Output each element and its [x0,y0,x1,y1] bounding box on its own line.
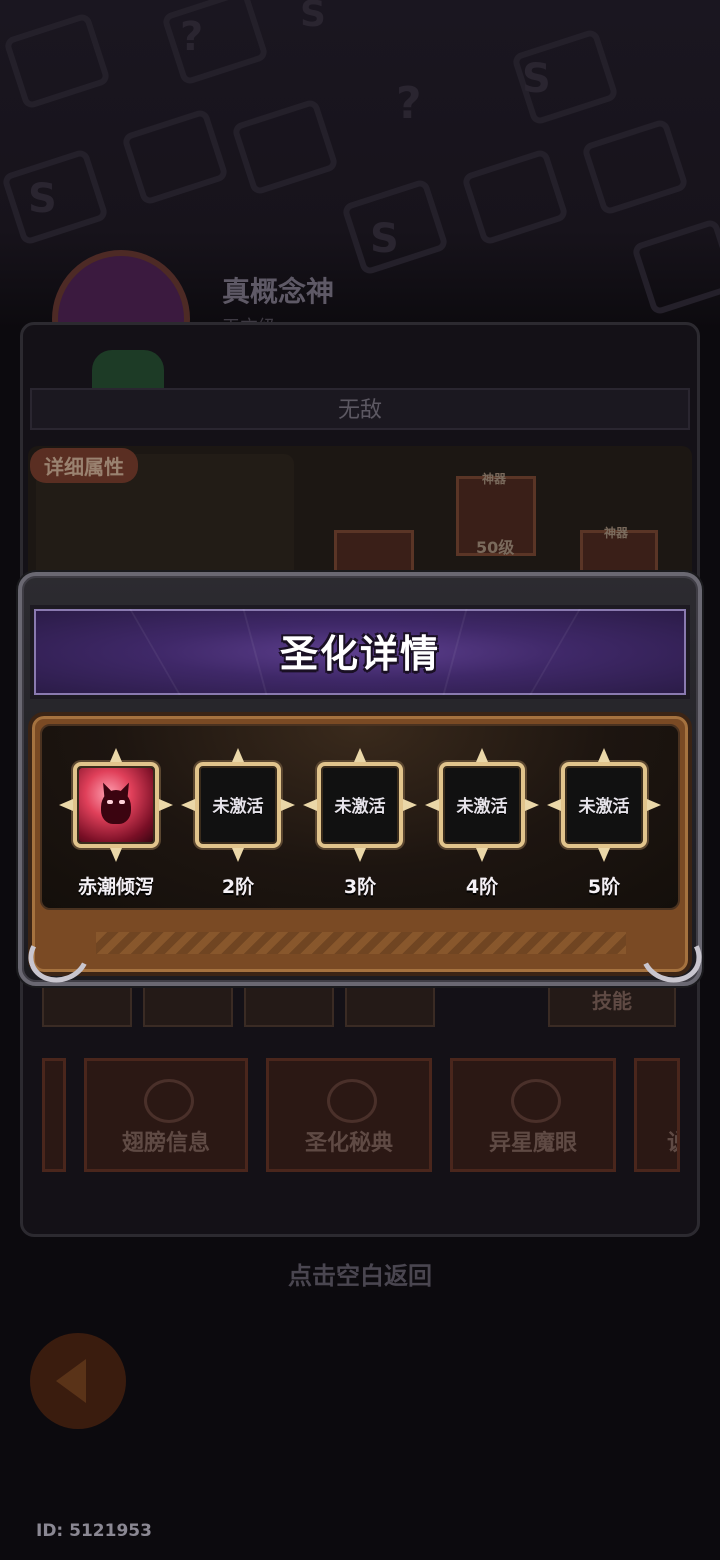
sparkle-icon [181,799,195,811]
sparkle-icon [425,799,439,811]
nav-button-partial-left[interactable] [42,1058,66,1172]
sparkle-icon [403,799,417,811]
sanctify-slot-2-label: 2阶 [221,876,255,898]
sanctify-slot-4[interactable]: 未激活 [425,748,539,862]
sparkle-icon [59,799,73,811]
sparkle-icon [547,799,561,811]
sanctify-slot-3[interactable]: 未激活 [303,748,417,862]
tap-to-return-hint: 点击空白返回 [288,1262,432,1290]
eye-icon [511,1079,561,1123]
sanctify-slot-5-label: 5阶 [587,876,621,898]
sparkle-icon [647,799,661,811]
sparkle-icon [110,848,122,862]
skill-button[interactable]: 技能 [548,985,676,1027]
wings-info-button[interactable]: 翅膀信息 [84,1058,248,1172]
item-slot[interactable] [143,985,233,1027]
sanctify-codex-label: 圣化秘典 [304,1131,393,1156]
sparkle-icon [598,848,610,862]
alien-eye-button[interactable]: 异星魔眼 [450,1058,616,1172]
slot-status-text: 未激活 [578,797,630,817]
sanctify-slot-1[interactable] [59,748,173,862]
item-slot[interactable] [244,985,334,1027]
demon-eye [119,800,125,804]
equip-slot-level: 50级 [476,538,515,557]
equip-slot-tag: 神器 [482,472,507,486]
s-badge-icon: S [28,176,57,222]
sparkle-icon [598,748,610,762]
sanctify-slot-3-label: 3阶 [343,876,377,898]
sparkle-icon [232,848,244,862]
sanctify-slot-1-label: 赤潮倾泻 [77,876,154,898]
chest-icon [120,107,230,207]
sparkle-icon [232,748,244,762]
slot-status-text: 未激活 [456,797,508,817]
wings-info-label: 翅膀信息 [121,1131,210,1156]
chest-icon [630,217,720,317]
sanctify-slot-4-label: 4阶 [465,876,499,898]
chest-icon [230,97,340,197]
chest-icon [2,11,112,111]
sanctify-codex-button[interactable]: 圣化秘典 [266,1058,432,1172]
s-badge-icon: S [522,56,551,102]
sparkle-icon [303,799,317,811]
item-slot[interactable] [345,985,435,1027]
item-slot[interactable] [42,985,132,1027]
chest-icon [160,0,270,87]
sparkle-icon [159,799,173,811]
sparkle-icon [476,848,488,862]
back-button[interactable] [30,1333,126,1429]
s-badge-icon: S [300,0,326,35]
hero-name: 真概念神 [222,275,335,308]
wings-icon [144,1079,194,1123]
decorative-pattern [96,932,626,954]
sparkle-icon [476,748,488,762]
s-badge-icon: S [370,216,399,262]
sparkle-icon [354,748,366,762]
demon-silhouette [101,790,131,824]
nav-button-partial-right[interactable]: 说 [634,1058,680,1172]
detail-attributes-tag[interactable]: 详细属性 [30,448,138,483]
question-mark-icon: ? [180,14,204,60]
sparkle-icon [281,799,295,811]
sparkle-icon [525,799,539,811]
chest-icon [460,147,570,247]
back-arrow-icon [56,1359,86,1403]
sanctify-slot-2[interactable]: 未激活 [181,748,295,862]
equip-slot-tag: 神器 [604,526,629,540]
chest-icon [580,117,690,217]
question-mark-icon: ? [396,78,422,129]
crimson-demon-icon [79,768,153,842]
partial-nav-label: 说 [667,1125,677,1157]
skill-button-label: 技能 [592,989,632,1013]
sun-emblem-icon [327,1079,377,1123]
slot-status-text: 未激活 [212,797,264,817]
dialog-title: 圣化详情 [279,632,440,676]
slot-status-text: 未激活 [334,797,386,817]
sanctify-slot-5[interactable]: 未激活 [547,748,661,862]
status-bar-text: 无敌 [337,398,382,423]
sparkle-icon [110,748,122,762]
sparkle-icon [354,848,366,862]
demon-eye [107,800,113,804]
user-id: ID: 5121953 [36,1521,152,1541]
alien-eye-label: 异星魔眼 [488,1131,577,1156]
